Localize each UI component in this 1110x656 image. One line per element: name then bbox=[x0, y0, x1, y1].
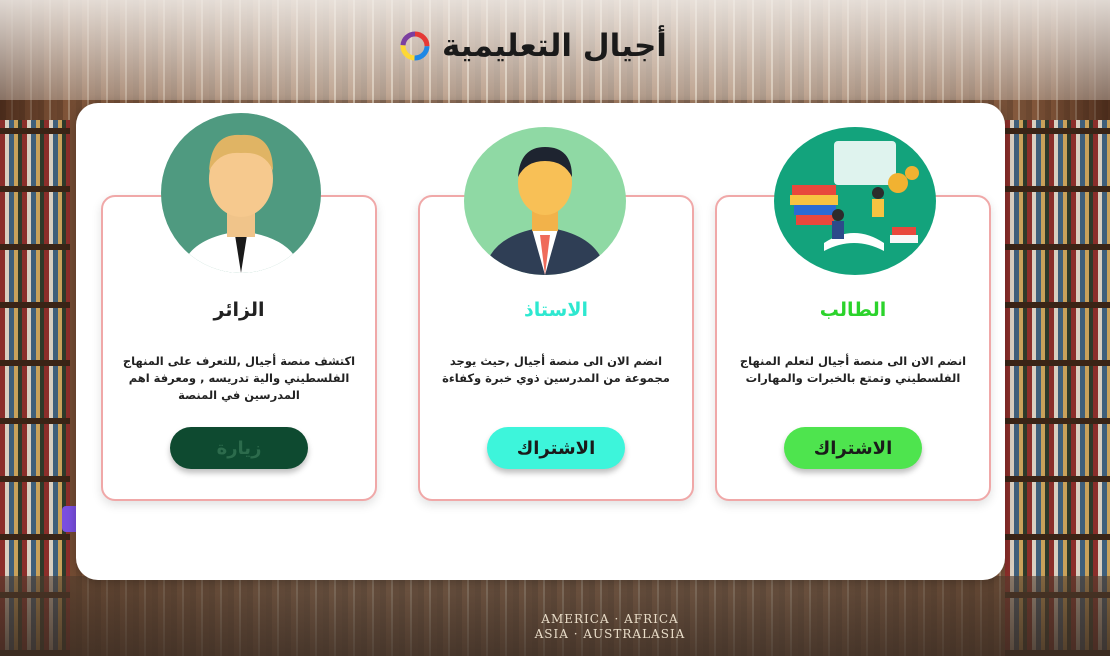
side-tab[interactable] bbox=[62, 506, 76, 532]
visit-button[interactable]: زيارة bbox=[170, 427, 308, 469]
brand-name: أجيال التعليمية bbox=[442, 28, 667, 64]
visitor-title: الزائر bbox=[213, 299, 265, 321]
teacher-description: انضم الان الى منصة أجيال ,حيث يوجد مجموع… bbox=[442, 354, 670, 385]
student-subscribe-button[interactable]: الاشتراك bbox=[784, 427, 922, 469]
brand-ring-icon bbox=[400, 31, 430, 61]
library-floor: AMERICA · AFRICA ASIA · AUSTRALASIA bbox=[0, 576, 1110, 656]
floor-sign: AMERICA · AFRICA ASIA · AUSTRALASIA bbox=[520, 612, 700, 642]
floor-sign-line1: AMERICA · AFRICA bbox=[541, 612, 679, 626]
teacher-subscribe-button[interactable]: الاشتراك bbox=[487, 427, 625, 469]
visitor-description: اكتشف منصة أجيال ,للتعرف على المنهاج الف… bbox=[122, 354, 356, 402]
teacher-avatar-icon bbox=[464, 127, 626, 275]
student-description: انضم الان الى منصة أجيال لتعلم المنهاج ا… bbox=[739, 354, 967, 385]
teacher-title: الاستاذ bbox=[524, 299, 588, 321]
visitor-avatar-icon bbox=[161, 113, 321, 273]
floor-sign-line2: ASIA · AUSTRALASIA bbox=[534, 627, 686, 641]
student-title: الطالب bbox=[819, 299, 887, 321]
students-learning-illustration-icon bbox=[774, 127, 936, 275]
brand-logo[interactable]: أجيال التعليمية bbox=[398, 28, 667, 64]
roles-panel: الزائر اكتشف منصة أجيال ,للتعرف على المن… bbox=[76, 103, 1005, 580]
